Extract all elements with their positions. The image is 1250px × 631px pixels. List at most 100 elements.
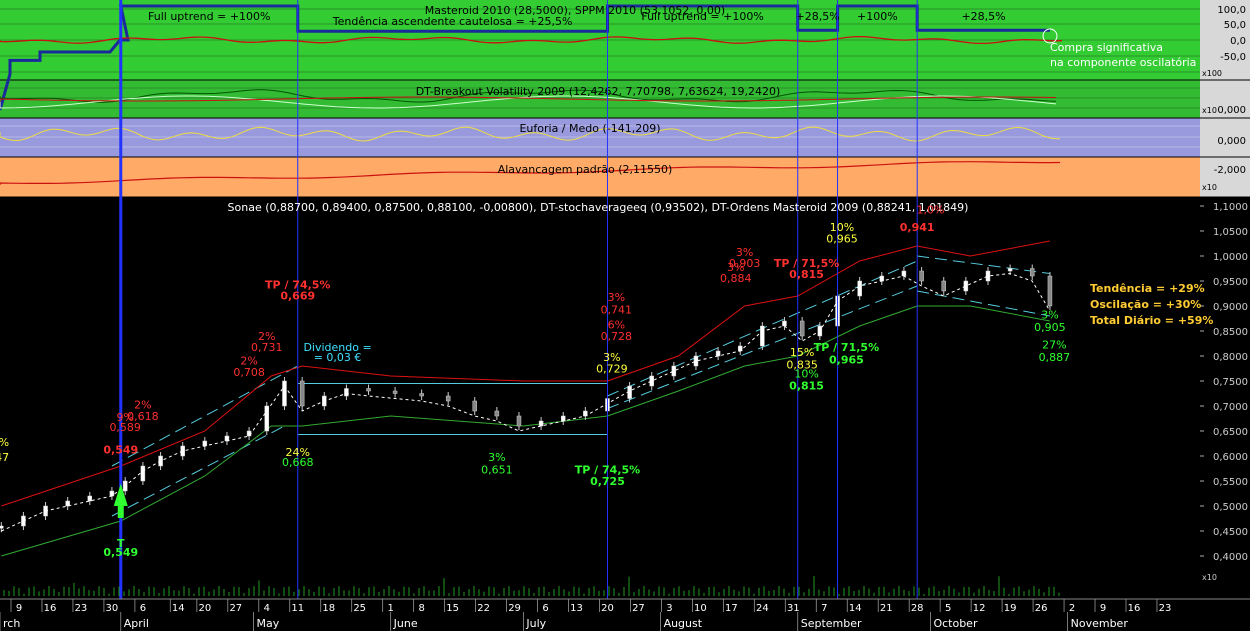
candle bbox=[366, 388, 371, 392]
candle bbox=[671, 365, 677, 377]
annotation: 3% bbox=[608, 291, 625, 304]
month-label: November bbox=[1071, 617, 1129, 630]
panel-title: Euforia / Medo (-141,209) bbox=[519, 122, 660, 135]
month-label: April bbox=[124, 617, 149, 630]
annotation: 0,669 bbox=[280, 290, 315, 303]
tick-label: 0,8500 bbox=[1213, 327, 1248, 338]
candle bbox=[560, 415, 566, 422]
annotation: 0,884 bbox=[720, 272, 752, 285]
tick-label: 50,0 bbox=[1224, 20, 1246, 31]
day-tick-label: 13 bbox=[570, 603, 583, 614]
day-tick-label: 27 bbox=[632, 603, 645, 614]
annotation: 0,965 bbox=[829, 354, 864, 367]
annotation: 0,668 bbox=[282, 456, 314, 469]
tick-label: 0,000 bbox=[1217, 105, 1246, 116]
tick-label: 1,0000 bbox=[1213, 252, 1248, 263]
annotation: 0,549 bbox=[103, 444, 138, 457]
candle bbox=[715, 350, 721, 357]
buy-arrow bbox=[117, 506, 124, 518]
annotation: 3% bbox=[488, 451, 505, 464]
regime-label: Full uptrend = +100% bbox=[641, 10, 763, 23]
multiplier-label: x10 bbox=[1202, 106, 1217, 115]
candle bbox=[202, 440, 208, 447]
candle bbox=[180, 445, 185, 457]
annotation: 0,728 bbox=[601, 330, 633, 343]
candle bbox=[799, 320, 805, 337]
annotation: 0,887 bbox=[1039, 351, 1071, 364]
day-tick-label: 12 bbox=[973, 603, 986, 614]
month-label: May bbox=[257, 617, 280, 630]
month-label: June bbox=[393, 617, 418, 630]
candle bbox=[782, 320, 787, 327]
day-tick-label: 11 bbox=[291, 603, 304, 614]
candle bbox=[392, 390, 398, 394]
tick-label: 0,8000 bbox=[1213, 352, 1248, 363]
candle bbox=[919, 270, 924, 282]
candle bbox=[963, 280, 969, 292]
annotation: 3% bbox=[1041, 309, 1058, 322]
candle bbox=[538, 420, 544, 427]
day-tick-label: 9 bbox=[1100, 603, 1106, 614]
annotation: 27% bbox=[1042, 339, 1066, 352]
day-tick-label: 7 bbox=[821, 603, 827, 614]
lower-band bbox=[1, 305, 1050, 557]
candle bbox=[901, 270, 907, 277]
month-label: August bbox=[664, 617, 703, 630]
annotation: 0,941 bbox=[900, 221, 935, 234]
tick-label: 100,0 bbox=[1217, 5, 1246, 16]
candle bbox=[419, 393, 424, 397]
candle bbox=[516, 415, 522, 427]
candle bbox=[445, 395, 451, 402]
day-tick-label: 28 bbox=[911, 603, 924, 614]
tick-label: 1,0500 bbox=[1213, 227, 1248, 238]
month-label: September bbox=[801, 617, 862, 630]
day-tick-label: 18 bbox=[322, 603, 335, 614]
tick-label: 0,7500 bbox=[1213, 377, 1248, 388]
price-title: Sonae (0,88700, 0,89400, 0,87500, 0,8810… bbox=[228, 201, 969, 214]
channel-line bbox=[917, 290, 1051, 317]
day-tick-label: 17 bbox=[725, 603, 738, 614]
candle bbox=[879, 275, 885, 282]
summary-line: Tendência = +29% bbox=[1090, 282, 1205, 295]
summary-line: Oscilação = +30% bbox=[1090, 298, 1201, 311]
candle bbox=[494, 410, 500, 417]
tick-label: -2,000 bbox=[1214, 165, 1246, 176]
day-tick-label: 5 bbox=[945, 603, 951, 614]
note-line-2: na componente oscilatória bbox=[1050, 56, 1196, 69]
tick-label: 0,000 bbox=[1217, 136, 1246, 147]
day-tick-label: 10 bbox=[694, 603, 707, 614]
day-tick-label: 23 bbox=[1159, 603, 1172, 614]
tick-label: 0,4000 bbox=[1213, 552, 1248, 563]
tick-label: 0,4500 bbox=[1213, 527, 1248, 538]
day-tick-label: 9 bbox=[16, 603, 22, 614]
tick-label: -50,0 bbox=[1220, 52, 1246, 63]
annotation: 0,729 bbox=[596, 363, 628, 376]
day-tick-label: 27 bbox=[229, 603, 242, 614]
month-label: rch bbox=[3, 617, 20, 630]
annotation: 0,905 bbox=[1034, 321, 1066, 334]
day-tick-label: 8 bbox=[418, 603, 424, 614]
annotation: 0,815 bbox=[789, 380, 824, 393]
candle bbox=[1029, 268, 1035, 277]
regime-label: +28,5% bbox=[796, 10, 840, 23]
day-tick-label: 20 bbox=[198, 603, 211, 614]
day-tick-label: 21 bbox=[880, 603, 893, 614]
candle bbox=[87, 495, 93, 502]
candle bbox=[344, 388, 349, 397]
day-tick-label: 14 bbox=[172, 603, 185, 614]
multiplier-label: x10 bbox=[1202, 183, 1217, 192]
annotation: 0,47 bbox=[0, 451, 9, 464]
stochaverage-line bbox=[1, 272, 1051, 532]
candle bbox=[140, 465, 146, 482]
note-line-1: Compra significativa bbox=[1050, 41, 1163, 54]
multiplier-label: x10 bbox=[1202, 573, 1217, 582]
tick-label: 0,6000 bbox=[1213, 452, 1248, 463]
annotation: 0,741 bbox=[601, 304, 633, 317]
day-tick-label: 16 bbox=[44, 603, 57, 614]
candle bbox=[737, 345, 743, 352]
tick-label: 1,1000 bbox=[1213, 202, 1248, 213]
day-tick-label: 20 bbox=[601, 603, 614, 614]
day-tick-label: 25 bbox=[353, 603, 366, 614]
candle bbox=[109, 490, 115, 497]
day-tick-label: 29 bbox=[508, 603, 521, 614]
